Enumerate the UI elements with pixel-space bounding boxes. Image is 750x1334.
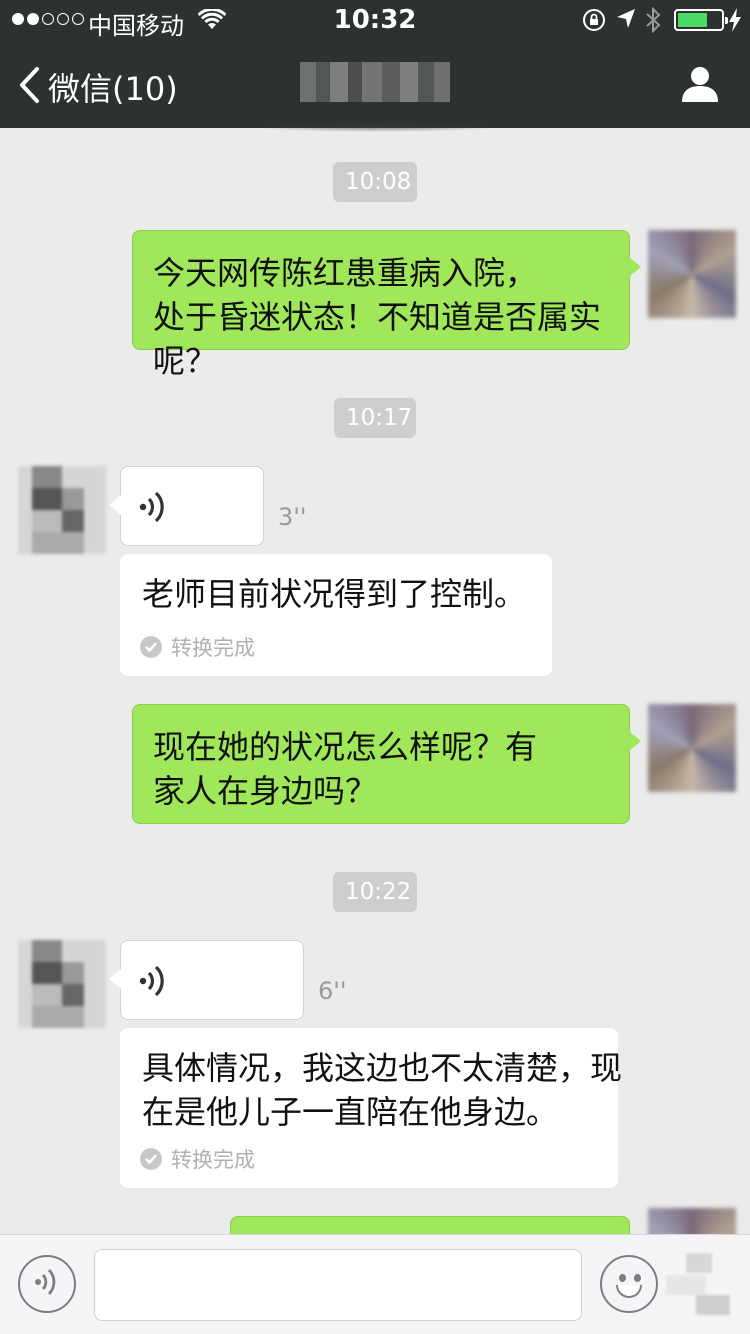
check-circle-icon	[140, 636, 162, 658]
back-button[interactable]: 微信(10)	[18, 64, 178, 110]
voice-wave-icon	[139, 489, 169, 529]
chat-title	[300, 62, 450, 102]
voice-transcript[interactable]: 老师目前状况得到了控制。 转换完成	[120, 554, 552, 676]
avatar-me[interactable]	[648, 230, 736, 318]
nav-bar: 微信(10)	[0, 40, 750, 128]
avatar-other[interactable]	[18, 940, 106, 1028]
clock: 10:32	[333, 5, 417, 35]
location-icon	[616, 8, 636, 36]
voice-message-bubble[interactable]	[109, 466, 264, 546]
voice-wave-icon	[139, 963, 169, 1003]
input-bar	[0, 1234, 750, 1334]
charging-icon	[728, 8, 742, 38]
back-label: 微信(10)	[48, 70, 178, 108]
emoji-button[interactable]	[600, 1255, 658, 1313]
avatar-me[interactable]	[648, 1208, 736, 1234]
voice-toggle-button[interactable]	[18, 1255, 76, 1313]
transcript-text: 老师目前状况得到了控制。	[142, 575, 527, 613]
voice-duration: 6''	[318, 977, 347, 1005]
transcript-status-label: 转换完成	[171, 1148, 255, 1172]
more-button[interactable]	[666, 1253, 736, 1317]
rotation-lock-icon	[582, 8, 606, 38]
message-bubble-sent[interactable]: 现在她的状况怎么样呢？有 家人在身边吗？	[132, 704, 641, 824]
transcript-status: 转换完成	[140, 632, 255, 662]
timestamp: 10:08	[333, 162, 417, 202]
chevron-left-icon	[18, 66, 40, 108]
voice-message-bubble[interactable]	[109, 940, 304, 1020]
transcript-text: 具体情况，我这边也不太清楚，现 在是他儿子一直陪在他身边。	[142, 1049, 623, 1131]
timestamp: 10:22	[333, 872, 417, 912]
message-bubble-sent[interactable]: 今天网传陈红患重病入院， 处于昏迷状态！不知道是否属实呢？	[132, 230, 641, 380]
chat-area[interactable]: 10:08 今天网传陈红患重病入院， 处于昏迷状态！不知道是否属实呢？ 10:17…	[0, 128, 750, 1234]
voice-duration: 3''	[278, 503, 307, 531]
transcript-status-label: 转换完成	[171, 636, 255, 660]
message-input[interactable]	[94, 1249, 582, 1321]
emoji-icon	[616, 1285, 642, 1298]
voice-toggle-icon	[34, 1266, 60, 1302]
battery-icon	[674, 9, 728, 31]
top-bar: 中国移动 10:32 微信(10)	[0, 0, 750, 132]
voice-transcript[interactable]: 具体情况，我这边也不太清楚，现 在是他儿子一直陪在他身边。 转换完成	[120, 1028, 622, 1188]
transcript-status: 转换完成	[140, 1144, 255, 1174]
timestamp: 10:17	[334, 398, 416, 438]
avatar-me[interactable]	[648, 704, 736, 792]
status-bar: 中国移动 10:32	[0, 0, 750, 40]
message-bubble-sent-partial[interactable]	[230, 1216, 630, 1234]
avatar-other[interactable]	[18, 466, 106, 554]
check-circle-icon	[140, 1148, 162, 1170]
bluetooth-icon	[644, 6, 662, 39]
person-icon	[680, 67, 720, 108]
profile-button[interactable]	[680, 64, 720, 108]
